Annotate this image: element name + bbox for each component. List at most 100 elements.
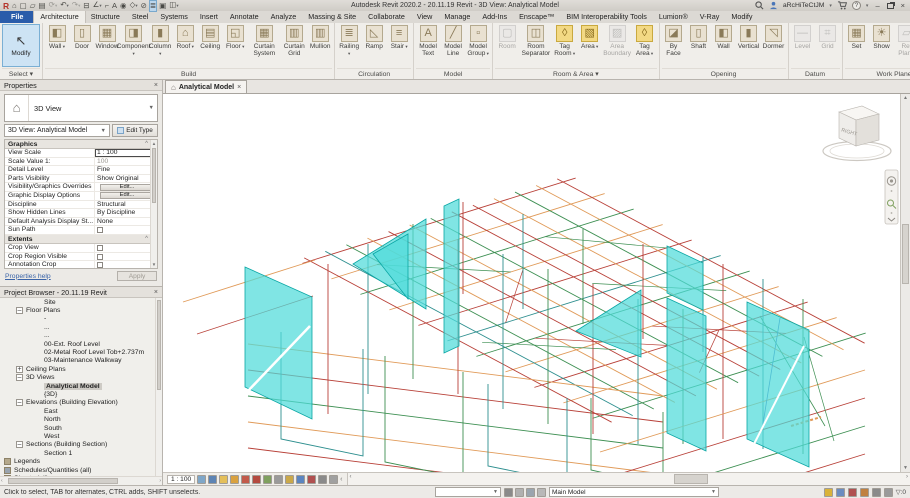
tree-item-north[interactable]: North [0,415,162,423]
column-button[interactable]: ▮Column ▾ [148,24,172,58]
tree-item-east[interactable]: East [0,407,162,415]
username[interactable]: aRcHiTeCtJM [783,2,825,9]
property-value-detail-level[interactable]: Fine [95,166,157,174]
tree-expander-icon[interactable]: + [16,366,23,373]
tab-systems[interactable]: Systems [154,11,194,23]
close-button[interactable]: × [899,1,907,11]
design-option-selector[interactable]: Main Model▼ [549,487,719,497]
help-dropdown-icon[interactable]: ▾ [866,3,869,9]
reveal-hidden-elements-icon[interactable] [274,475,283,484]
tab-steel[interactable]: Steel [126,11,154,23]
help-icon[interactable]: ? [852,1,861,10]
new-file-icon[interactable]: ▢ [20,1,27,11]
property-value-default-analysis-display-st[interactable]: None [95,218,157,226]
workset-selector[interactable]: ▼ [435,487,501,497]
render-icon[interactable]: ◉ [120,1,127,11]
search-icon[interactable] [755,1,764,10]
property-value-annotation-crop[interactable] [95,261,157,269]
by-face-button[interactable]: ◪By Face [662,24,686,58]
analytical-model-drawing[interactable]: RIGHT [163,94,900,472]
tree-item-site[interactable]: Site [0,298,162,306]
stair-button[interactable]: ≡Stair ▾ [387,24,411,51]
tree-item-3d-views[interactable]: –3D Views [0,374,162,382]
checkbox[interactable] [97,262,103,268]
measure-icon[interactable]: ∠▾ [93,0,102,11]
model-text-button[interactable]: AModel Text [416,24,440,58]
temporary-hide-isolate-icon[interactable] [263,475,272,484]
default-3d-view-icon[interactable]: ◇▾ [130,0,138,11]
mullion-button[interactable]: ▥Mullion [308,24,332,51]
analytical-model-icon[interactable] [296,475,305,484]
section-graphics[interactable]: Graphics^ [5,140,157,149]
tree-item-03-maintenance-walkway[interactable]: 03-Maintenance Walkway [0,357,162,365]
edit-type-button[interactable]: Edit Type [112,124,158,137]
switch-windows-icon[interactable]: ◫▾ [169,0,178,11]
tab-collaborate[interactable]: Collaborate [362,11,411,23]
property-value-discipline[interactable]: Structural [95,201,157,209]
ramp-button[interactable]: ◺Ramp [362,24,386,51]
collapse-view-bar-icon[interactable]: ‹ [340,475,342,484]
sun-path-icon[interactable] [219,475,228,484]
property-value-parts-visibility[interactable]: Show Original [95,175,157,183]
aligned-dimension-icon[interactable]: ⌐ [105,1,109,11]
floor-button[interactable]: ◱Floor ▾ [223,24,247,51]
project-browser-close-icon[interactable]: × [154,289,158,296]
property-value-graphic-display-options[interactable]: Edit... [95,192,157,200]
open-icon[interactable]: ▱ [30,1,36,11]
visual-style-icon[interactable] [197,475,206,484]
tab-analyze[interactable]: Analyze [265,11,303,23]
close-inactive-views-icon[interactable]: ▣ [159,1,166,11]
show-button[interactable]: ☀Show [870,24,894,51]
tree-expander-icon[interactable]: – [16,307,23,314]
undo-icon[interactable]: ↶▾ [60,0,69,11]
wall-button[interactable]: ◧Wall ▾ [45,24,69,51]
tab-bim-interoperability-tools[interactable]: BIM Interoperability Tools [560,11,653,23]
worksets-status-icon[interactable] [824,488,833,497]
view-tab-analytical-model[interactable]: ⌂ Analytical Model × [165,80,247,93]
curtain-system-button[interactable]: ▦Curtain System [248,24,280,58]
active-only-icon[interactable] [537,488,546,497]
select-panel-label[interactable]: Select ▾ [2,68,40,79]
vertical-button[interactable]: ▮Vertical [737,24,761,51]
model-line-button[interactable]: ╱Model Line [441,24,465,58]
checkbox[interactable] [97,227,103,233]
tab-massing-site[interactable]: Massing & Site [302,11,362,23]
tree-item-legends[interactable]: Legends [0,457,162,465]
property-value-sun-path[interactable] [95,226,157,234]
tab-v-ray[interactable]: V-Ray [694,11,726,23]
text-icon[interactable]: A [112,1,117,11]
tag-area-button[interactable]: ◊Tag Area ▾ [633,24,657,58]
railing-button[interactable]: ≣Railing ▾ [337,24,361,58]
type-selector[interactable]: ⌂ 3D View ▼ [4,94,158,122]
section-icon[interactable]: ⊘ [141,1,147,11]
minimize-button[interactable]: – [873,1,881,11]
type-selector-dropdown-icon[interactable]: ▼ [149,105,157,111]
design-options-icon[interactable] [526,488,535,497]
view-scale-button[interactable]: 1 : 100 [167,475,195,484]
tab-architecture[interactable]: Architecture [34,11,84,23]
section-extents[interactable]: Extents^ [5,235,157,244]
tag-room-button[interactable]: ◊Tag Room ▾ [553,24,577,58]
apply-button[interactable]: Apply [117,271,157,281]
tree-item-02-metal-roof-level-tob-2-737m[interactable]: 02-Metal Roof Level Tob+2.737m [0,348,162,356]
view-tab-close-icon[interactable]: × [237,84,241,91]
crop-view-icon[interactable] [241,475,250,484]
displaced-elements-icon[interactable] [329,475,338,484]
home-icon[interactable]: ⌂ [12,1,17,11]
sync-icon[interactable]: ⟳▾ [49,0,58,11]
sun-settings-icon[interactable] [230,475,239,484]
property-value-scale-value-1[interactable]: 100 [95,158,157,166]
property-value-crop-region-visible[interactable] [95,253,157,261]
tree-item-ceiling-plans[interactable]: +Ceiling Plans [0,365,162,373]
curtain-grid-button[interactable]: ▥Curtain Grid [281,24,307,58]
filter-icon[interactable]: ▽:0 [896,488,906,496]
wall-button[interactable]: ◧Wall [712,24,736,51]
project-browser-hscrollbar[interactable]: ‹ › [0,476,162,485]
browser-scrollbar[interactable] [155,298,162,476]
instance-selector[interactable]: 3D View: Analytical Model ▼ [4,124,110,137]
tree-item-analytical-model[interactable]: Analytical Model [0,382,162,390]
tree-item-3d[interactable]: {3D} [0,390,162,398]
model-canvas[interactable]: RIGHT [163,94,900,472]
tree-item-sections-building-section[interactable]: –Sections (Building Section) [0,441,162,449]
ceiling-button[interactable]: ▤Ceiling [198,24,222,51]
